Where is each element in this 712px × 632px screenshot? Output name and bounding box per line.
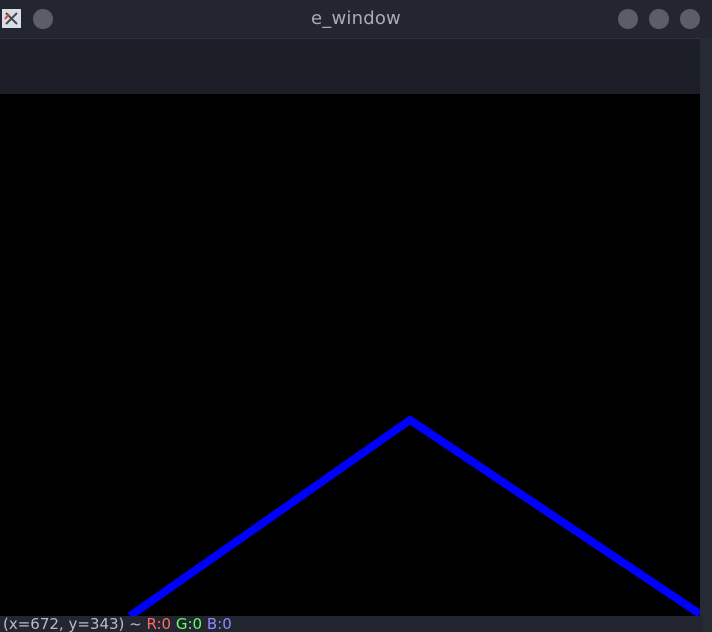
- red-value: R:0: [146, 616, 172, 632]
- canvas-svg: [127, 416, 700, 616]
- image-canvas[interactable]: [0, 94, 700, 616]
- toolbar: [0, 38, 700, 95]
- cursor-coordinates: (x=672, y=343) ~: [3, 616, 142, 632]
- minimize-button[interactable]: [618, 9, 638, 29]
- status-bar: (x=672, y=343) ~ R:0 G:0 B:0: [0, 616, 703, 632]
- title-bar[interactable]: e_window: [0, 0, 712, 38]
- blue-value: B:0: [206, 616, 232, 632]
- blue-polyline: [127, 416, 700, 616]
- right-scroll-edge[interactable]: [700, 38, 712, 632]
- app-window: e_window (x=672, y=343) ~ R:0 G:0 B:0: [0, 0, 712, 632]
- maximize-button[interactable]: [649, 9, 669, 29]
- close-button[interactable]: [680, 9, 700, 29]
- window-title: e_window: [311, 8, 401, 29]
- green-value: G:0: [175, 616, 203, 632]
